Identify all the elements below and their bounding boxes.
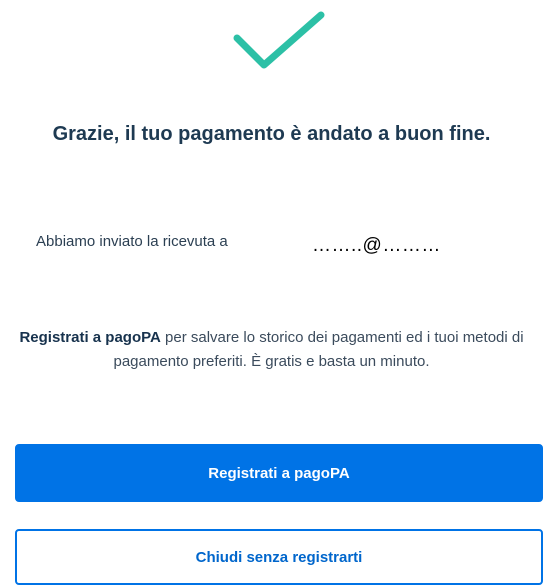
receipt-email: ……..@………: [306, 232, 449, 264]
receipt-info: Abbiamo inviato la ricevuta a ……..@………: [36, 232, 506, 272]
page-title: Grazie, il tuo pagamento è andato a buon…: [52, 123, 491, 145]
register-info-text: Registrati a pagoPA per salvare lo stori…: [0, 326, 543, 374]
close-without-register-button[interactable]: Chiudi senza registrarti: [15, 529, 543, 585]
register-info-body: per salvare lo storico dei pagamenti ed …: [113, 329, 524, 370]
receipt-label: Abbiamo inviato la ricevuta a: [36, 233, 228, 250]
register-info-link: Registrati a pagoPA: [19, 329, 161, 346]
checkmark-icon: [233, 11, 325, 69]
register-button[interactable]: Registrati a pagoPA: [15, 444, 543, 502]
